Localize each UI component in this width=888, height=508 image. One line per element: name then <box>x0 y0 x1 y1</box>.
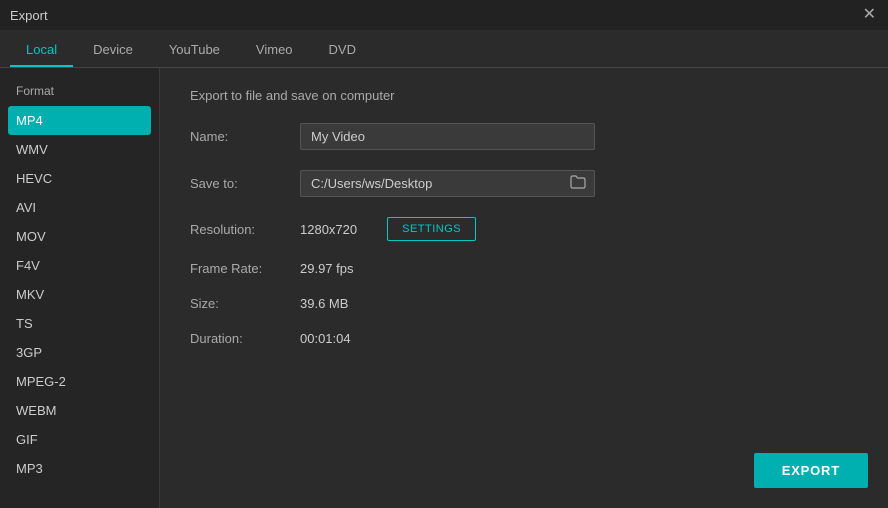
export-button[interactable]: EXPORT <box>754 453 868 488</box>
duration-label: Duration: <box>190 331 300 346</box>
folder-icon <box>570 175 586 189</box>
format-item-mp3[interactable]: MP3 <box>0 454 159 483</box>
save-to-container <box>300 170 595 197</box>
dialog-title: Export <box>10 8 48 23</box>
content-area: Format MP4 WMV HEVC AVI MOV F4V MKV TS 3… <box>0 68 888 508</box>
size-row: Size: 39.6 MB <box>190 296 858 311</box>
resolution-row: Resolution: 1280x720 SETTINGS <box>190 217 858 241</box>
format-sidebar: Format MP4 WMV HEVC AVI MOV F4V MKV TS 3… <box>0 68 160 508</box>
tab-vimeo[interactable]: Vimeo <box>240 34 309 67</box>
frame-rate-row: Frame Rate: 29.97 fps <box>190 261 858 276</box>
save-to-input[interactable] <box>301 171 562 196</box>
main-panel: Export to file and save on computer Name… <box>160 68 888 508</box>
close-button[interactable]: ✕ <box>861 7 878 23</box>
title-bar: Export ✕ <box>0 0 888 30</box>
name-input[interactable] <box>300 123 595 150</box>
size-value: 39.6 MB <box>300 296 348 311</box>
format-item-ts[interactable]: TS <box>0 309 159 338</box>
frame-rate-label: Frame Rate: <box>190 261 300 276</box>
format-item-webm[interactable]: WEBM <box>0 396 159 425</box>
duration-row: Duration: 00:01:04 <box>190 331 858 346</box>
size-label: Size: <box>190 296 300 311</box>
tab-youtube[interactable]: YouTube <box>153 34 236 67</box>
format-item-avi[interactable]: AVI <box>0 193 159 222</box>
tab-local[interactable]: Local <box>10 34 73 67</box>
settings-button[interactable]: SETTINGS <box>387 217 476 241</box>
format-item-hevc[interactable]: HEVC <box>0 164 159 193</box>
format-item-3gp[interactable]: 3GP <box>0 338 159 367</box>
section-title: Export to file and save on computer <box>190 88 858 103</box>
format-item-mov[interactable]: MOV <box>0 222 159 251</box>
format-item-wmv[interactable]: WMV <box>0 135 159 164</box>
resolution-value: 1280x720 <box>300 222 357 237</box>
format-label: Format <box>0 78 159 106</box>
format-item-mpeg2[interactable]: MPEG-2 <box>0 367 159 396</box>
duration-value: 00:01:04 <box>300 331 351 346</box>
format-item-gif[interactable]: GIF <box>0 425 159 454</box>
tab-dvd[interactable]: DVD <box>313 34 372 67</box>
name-row: Name: <box>190 123 858 150</box>
browse-folder-button[interactable] <box>562 171 594 196</box>
name-label: Name: <box>190 129 300 144</box>
save-to-label: Save to: <box>190 176 300 191</box>
tabs-bar: Local Device YouTube Vimeo DVD <box>0 30 888 68</box>
format-item-mp4[interactable]: MP4 <box>8 106 151 135</box>
format-item-f4v[interactable]: F4V <box>0 251 159 280</box>
format-item-mkv[interactable]: MKV <box>0 280 159 309</box>
frame-rate-value: 29.97 fps <box>300 261 354 276</box>
save-to-row: Save to: <box>190 170 858 197</box>
tab-device[interactable]: Device <box>77 34 149 67</box>
resolution-label: Resolution: <box>190 222 300 237</box>
